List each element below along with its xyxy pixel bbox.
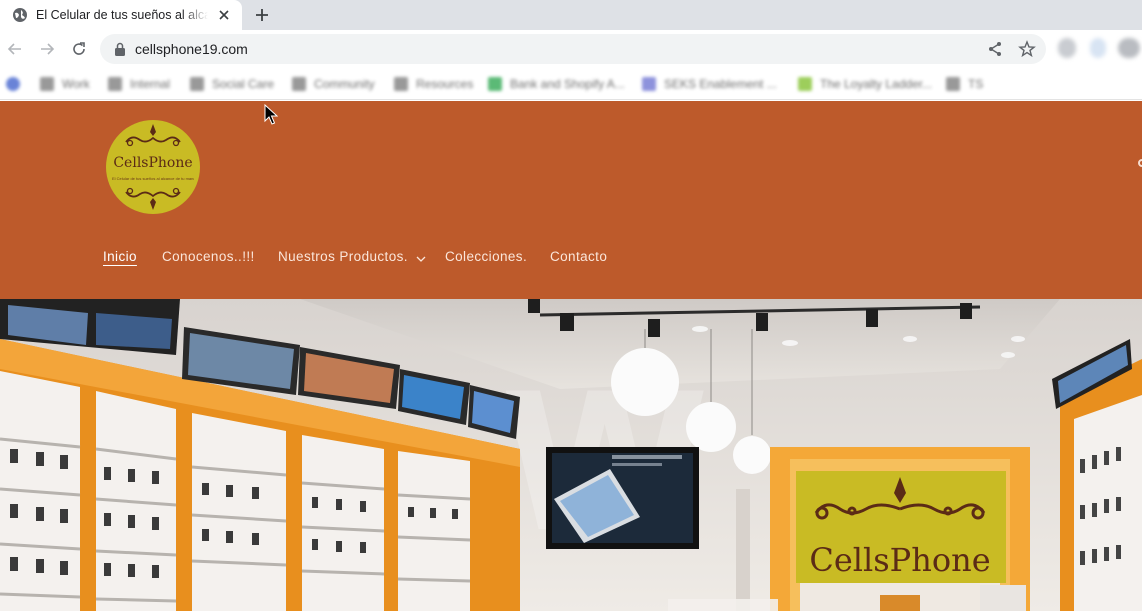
share-icon[interactable]: [986, 40, 1004, 58]
leaf-icon: [798, 77, 812, 91]
bookmark-star-icon[interactable]: [1018, 40, 1036, 58]
hero-banner: W: [0, 299, 1142, 611]
forward-icon[interactable]: [38, 40, 56, 58]
bookmark-item[interactable]: Internal: [108, 75, 170, 93]
folder-icon: [292, 77, 306, 91]
nav-nuestros-productos[interactable]: Nuestros Productos.: [278, 249, 408, 264]
bookmark-item[interactable]: Work: [40, 75, 90, 93]
close-icon[interactable]: [216, 7, 232, 23]
lock-icon: [115, 42, 125, 56]
hero-store-image: W: [0, 299, 1142, 611]
folder-icon: [946, 77, 960, 91]
nav-conocenos[interactable]: Conocenos..!!!: [162, 249, 255, 264]
site-header: CellsPhone El Celular de tus sueños al a…: [0, 101, 1142, 299]
bookmarks-bar: Work Internal Social Care Community Reso…: [0, 68, 1142, 100]
bookmark-item[interactable]: SEKS Enablement ...: [642, 75, 777, 93]
new-tab-icon[interactable]: [252, 5, 272, 25]
globe-icon: [13, 8, 27, 22]
browser-toolbar: cellsphone19.com: [0, 30, 1142, 68]
folder-icon: [394, 77, 408, 91]
mouse-cursor-icon: [264, 104, 278, 125]
browser-tab[interactable]: El Celular de tus sueños al alcance de t…: [0, 0, 242, 30]
address-bar[interactable]: cellsphone19.com: [100, 34, 1046, 64]
spreadsheet-icon: [488, 77, 502, 91]
site-logo[interactable]: CellsPhone El Celular de tus sueños al a…: [106, 120, 200, 214]
document-icon: [642, 77, 656, 91]
chevron-down-icon[interactable]: [416, 254, 426, 264]
bookmark-item[interactable]: Social Care: [190, 75, 274, 93]
app-icon: [6, 77, 20, 91]
tab-strip: El Celular de tus sueños al alcance de t…: [0, 0, 1142, 30]
extension-icon[interactable]: [1090, 38, 1106, 58]
bookmark-item[interactable]: [6, 75, 28, 93]
folder-icon: [108, 77, 122, 91]
profile-avatar[interactable]: [1118, 38, 1140, 58]
tab-title: El Celular de tus sueños al alcance de t…: [36, 8, 208, 22]
logo-name: CellsPhone: [113, 155, 193, 171]
bookmark-item[interactable]: Community: [292, 75, 375, 93]
bookmark-item[interactable]: Resources: [394, 75, 473, 93]
bookmark-item[interactable]: Bank and Shopify A...: [488, 75, 625, 93]
nav-contacto[interactable]: Contacto: [550, 249, 607, 264]
url-text: cellsphone19.com: [135, 41, 248, 57]
bookmark-item[interactable]: TS: [946, 75, 983, 93]
reload-icon[interactable]: [70, 40, 88, 58]
folder-icon: [190, 77, 204, 91]
extension-icon[interactable]: [1058, 38, 1076, 58]
logo-tagline: El Celular de tus sueños al alcance de t…: [112, 176, 194, 181]
folder-icon: [40, 77, 54, 91]
header-edge-icon[interactable]: [1138, 159, 1142, 167]
nav-inicio[interactable]: Inicio: [103, 249, 137, 264]
back-icon[interactable]: [6, 40, 24, 58]
hero-sign-text: CellsPhone: [809, 541, 990, 579]
nav-colecciones[interactable]: Colecciones.: [445, 249, 527, 264]
bookmark-item[interactable]: The Loyalty Ladder...: [798, 75, 932, 93]
